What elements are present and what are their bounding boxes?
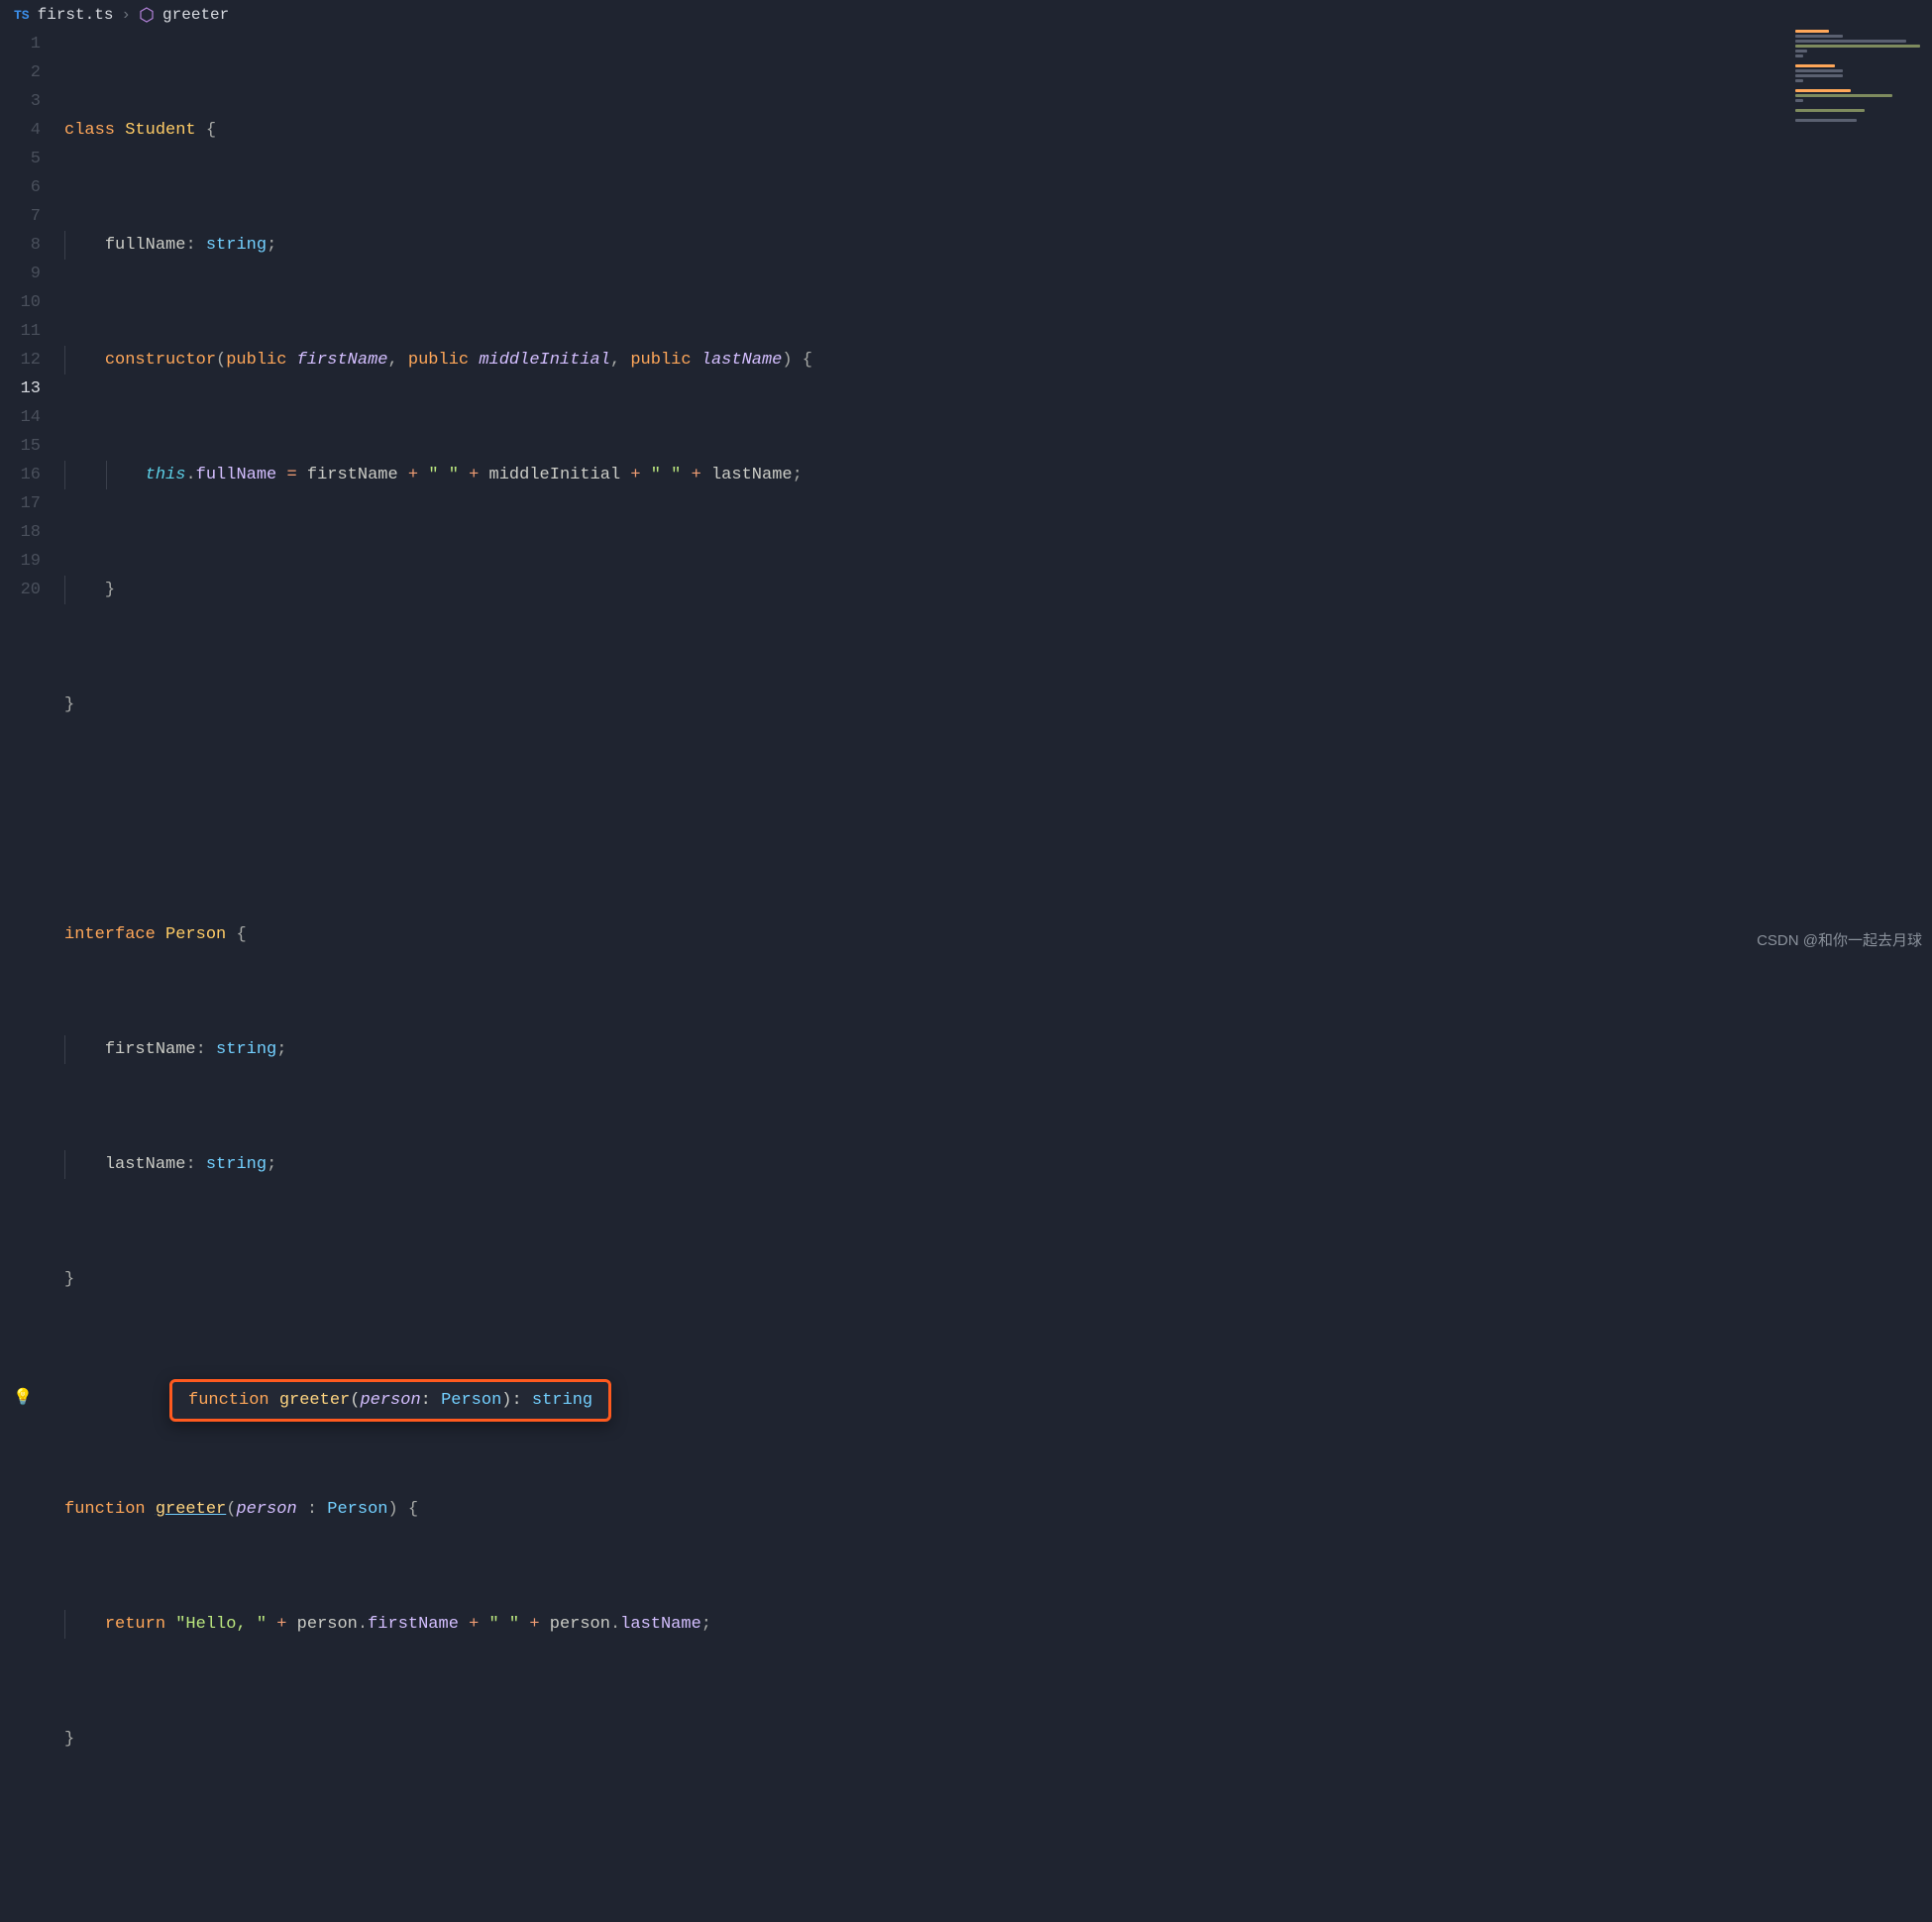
code-line[interactable] xyxy=(64,805,1932,834)
chevron-right-icon: › xyxy=(121,1,131,30)
line-number[interactable]: 11 xyxy=(0,317,41,346)
line-number[interactable]: 7 xyxy=(0,202,41,231)
code-line[interactable]: 💡 function greeter(person: Person): stri… xyxy=(64,1380,1932,1409)
line-number[interactable]: 18 xyxy=(0,518,41,547)
symbol-method-icon xyxy=(139,7,155,23)
line-number[interactable]: 19 xyxy=(0,547,41,576)
code-line[interactable]: } xyxy=(64,576,1932,604)
code-line[interactable]: fullName: string; xyxy=(64,231,1932,260)
line-number[interactable]: 5 xyxy=(0,145,41,173)
code-line[interactable]: } xyxy=(64,691,1932,719)
code-line[interactable] xyxy=(64,1840,1932,1869)
code-line[interactable]: firstName: string; xyxy=(64,1035,1932,1064)
line-number[interactable]: 8 xyxy=(0,231,41,260)
watermark: CSDN @和你一起去月球 xyxy=(1757,926,1922,955)
line-number[interactable]: 3 xyxy=(0,87,41,116)
code-line[interactable]: this.fullName = firstName + " " + middle… xyxy=(64,461,1932,489)
breadcrumb-file[interactable]: first.ts xyxy=(38,1,114,30)
code-area[interactable]: class Student { fullName: string; constr… xyxy=(64,30,1932,1922)
line-number[interactable]: 12 xyxy=(0,346,41,374)
code-line[interactable]: } xyxy=(64,1265,1932,1294)
breadcrumb[interactable]: TS first.ts › greeter xyxy=(0,0,1932,30)
lightbulb-icon[interactable]: 💡 xyxy=(13,1384,33,1413)
code-line[interactable]: return "Hello, " + person.firstName + " … xyxy=(64,1610,1932,1639)
line-number[interactable]: 20 xyxy=(0,576,41,604)
line-number-gutter: 1 2 3 4 5 6 7 8 9 10 11 12 13 14 15 16 1… xyxy=(0,30,64,1922)
line-number[interactable]: 13 xyxy=(0,374,41,403)
file-type-badge: TS xyxy=(14,1,30,30)
line-number[interactable]: 9 xyxy=(0,260,41,288)
line-number[interactable]: 1 xyxy=(0,30,41,58)
code-line[interactable]: function greeter(person : Person) { xyxy=(64,1495,1932,1524)
code-editor[interactable]: 1 2 3 4 5 6 7 8 9 10 11 12 13 14 15 16 1… xyxy=(0,30,1932,1922)
code-line[interactable]: class Student { xyxy=(64,116,1932,145)
breadcrumb-symbol[interactable]: greeter xyxy=(162,1,229,30)
line-number[interactable]: 16 xyxy=(0,461,41,489)
line-number[interactable]: 2 xyxy=(0,58,41,87)
hover-tooltip[interactable]: function greeter(person: Person): string xyxy=(169,1379,611,1422)
code-line[interactable]: lastName: string; xyxy=(64,1150,1932,1179)
minimap[interactable] xyxy=(1795,30,1924,109)
code-line[interactable]: interface Person { xyxy=(64,920,1932,949)
code-line[interactable]: constructor(public firstName, public mid… xyxy=(64,346,1932,374)
line-number[interactable]: 4 xyxy=(0,116,41,145)
line-number[interactable]: 10 xyxy=(0,288,41,317)
line-number[interactable]: 14 xyxy=(0,403,41,432)
line-number[interactable]: 17 xyxy=(0,489,41,518)
code-line[interactable]: } xyxy=(64,1725,1932,1754)
line-number[interactable]: 6 xyxy=(0,173,41,202)
line-number[interactable]: 15 xyxy=(0,432,41,461)
